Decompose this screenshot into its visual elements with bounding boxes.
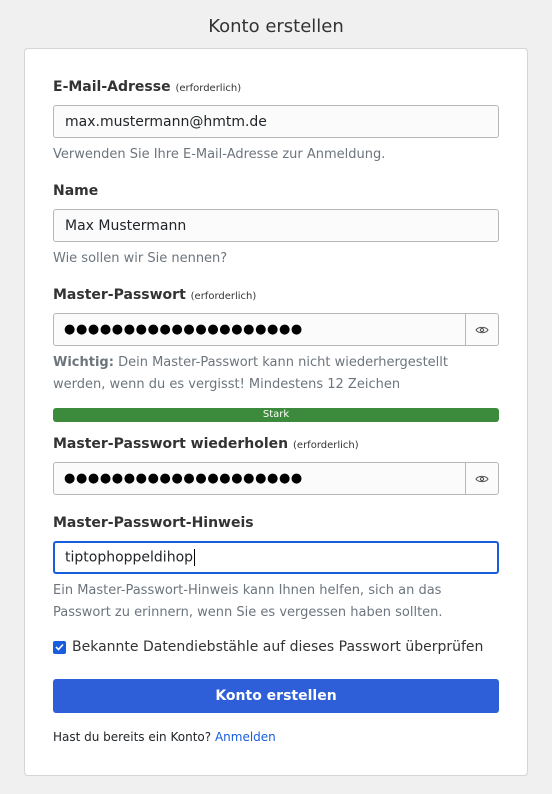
- register-form-card: E-Mail-Adresse (erforderlich) max.muster…: [24, 48, 528, 776]
- master-password-masked-value: ●●●●●●●●●●●●●●●●●●●●: [64, 322, 303, 337]
- name-label: Name: [53, 183, 99, 199]
- email-help-text: Verwenden Sie Ihre E-Mail-Adresse zur An…: [53, 147, 386, 162]
- hint-label: Master-Passwort-Hinweis: [53, 515, 254, 531]
- page-title: Konto erstellen: [208, 16, 344, 37]
- master-password-label: Master-Passwort (erforderlich): [53, 287, 499, 307]
- eye-icon: [475, 475, 489, 482]
- master-password-repeat-masked-value: ●●●●●●●●●●●●●●●●●●●●: [64, 471, 303, 486]
- breach-check-row[interactable]: Bekannte Datendiebstähle auf dieses Pass…: [53, 639, 483, 655]
- master-password-help: Wichtig: Dein Master-Passwort kann nicht…: [53, 352, 499, 396]
- hint-input[interactable]: tiptophoppeldihop: [53, 541, 499, 574]
- text-caret: [194, 549, 196, 566]
- login-prompt-text: Hast du bereits ein Konto?: [53, 730, 212, 744]
- hint-input-text: tiptophoppeldihop: [65, 549, 194, 566]
- eye-icon: [475, 326, 489, 333]
- master-password-repeat-label-text: Master-Passwort wiederholen: [53, 436, 289, 452]
- checkmark-icon: [55, 643, 64, 651]
- name-input-value: Max Mustermann: [65, 217, 187, 234]
- hint-input-value: tiptophoppeldihop: [55, 549, 497, 566]
- master-password-required-note: (erforderlich): [190, 291, 257, 302]
- email-label: E-Mail-Adresse (erforderlich): [53, 79, 499, 99]
- master-password-repeat-field-group: Master-Passwort wiederholen (erforderlic…: [53, 436, 499, 495]
- name-help-text: Wie sollen wir Sie nennen?: [53, 251, 228, 266]
- hint-field-group: Master-Passwort-Hinweis tiptophoppeldiho…: [53, 515, 499, 624]
- master-password-help-strong: Wichtig:: [53, 355, 114, 370]
- login-prompt: Hast du bereits ein Konto? Anmelden: [53, 730, 276, 744]
- name-field-group: Name Max Mustermann Wie sollen wir Sie n…: [53, 183, 499, 270]
- hint-help-text: Ein Master-Passwort-Hinweis kann Ihnen h…: [53, 583, 443, 620]
- email-input-value: max.mustermann@hmtm.de: [65, 113, 267, 130]
- name-input[interactable]: Max Mustermann: [53, 209, 499, 242]
- email-field-group: E-Mail-Adresse (erforderlich) max.muster…: [53, 79, 499, 166]
- master-password-input[interactable]: ●●●●●●●●●●●●●●●●●●●●: [53, 313, 499, 346]
- password-strength-meter: Stark: [53, 408, 499, 422]
- toggle-password-repeat-visibility-button[interactable]: [465, 463, 498, 494]
- master-password-field-group: Master-Passwort (erforderlich) ●●●●●●●●●…: [53, 287, 499, 396]
- breach-check-label: Bekannte Datendiebstähle auf dieses Pass…: [72, 639, 484, 655]
- email-label-text: E-Mail-Adresse: [53, 79, 171, 95]
- master-password-label-text: Master-Passwort: [53, 287, 186, 303]
- master-password-repeat-required-note: (erforderlich): [293, 440, 359, 451]
- email-input[interactable]: max.mustermann@hmtm.de: [53, 105, 499, 138]
- master-password-repeat-input[interactable]: ●●●●●●●●●●●●●●●●●●●●: [53, 462, 499, 495]
- login-link[interactable]: Anmelden: [215, 730, 276, 744]
- create-account-button[interactable]: Konto erstellen: [53, 679, 499, 713]
- toggle-password-visibility-button[interactable]: [465, 314, 498, 345]
- breach-check-checkbox[interactable]: [53, 640, 66, 654]
- master-password-repeat-label: Master-Passwort wiederholen (erforderlic…: [53, 436, 499, 456]
- email-required-note: (erforderlich): [175, 83, 242, 94]
